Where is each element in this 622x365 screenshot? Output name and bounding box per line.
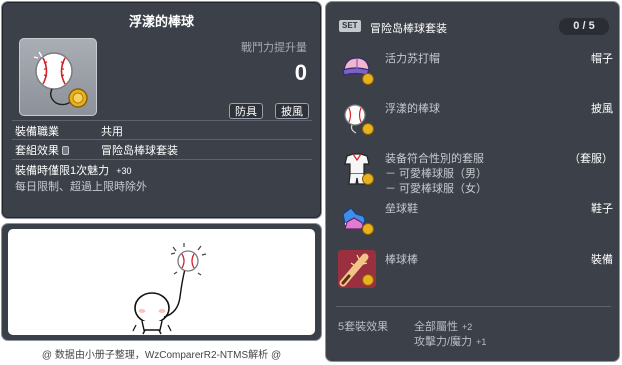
- character-avatar-icon: [132, 243, 207, 335]
- set-item-slot: 鞋子: [591, 203, 613, 215]
- equip-limit-amount: +30: [116, 166, 132, 176]
- set-effect-label-wrap: 套組效果: [15, 142, 101, 158]
- divider: [12, 139, 312, 140]
- set-item-slot: 帽子: [591, 53, 613, 65]
- item-tooltip: 浮漾的棒球 戰鬥力提升量 0 防具 披風 裝備職業 共用 套組效果 冒险岛棒球套装 …: [1, 1, 322, 219]
- character-preview: [8, 229, 315, 335]
- baseball-shoes-icon: [337, 198, 377, 238]
- equip-limit-row: 裝備時僅限1次魅力 +30: [15, 162, 131, 178]
- divider: [12, 159, 312, 160]
- divider: [336, 306, 611, 307]
- set-item-name: 装备符合性別的套服: [385, 153, 484, 165]
- set-item-name: 棒球棒: [385, 254, 418, 266]
- set-bonus-stat: 攻擊力/魔力: [414, 336, 473, 348]
- baseball-cap-icon: [337, 48, 377, 88]
- item-icon-frame: [19, 38, 97, 116]
- item-title: 浮漾的棒球: [128, 14, 194, 29]
- combat-power-value: 0: [294, 60, 307, 85]
- set-item[interactable]: 浮漾的棒球 披風: [337, 98, 613, 140]
- equip-limit-label: 裝備時僅限1次: [15, 165, 88, 177]
- set-item[interactable]: 装备符合性別的套服 （套服） － 可愛棒球服（男） － 可愛棒球服（女）: [337, 148, 613, 198]
- set-item-option: － 可愛棒球服（男）: [385, 168, 488, 180]
- set-bonus-label: 5套裝效果: [338, 321, 389, 333]
- category-tag-cape: 披風: [275, 103, 309, 119]
- set-item[interactable]: 垒球鞋 鞋子: [337, 198, 613, 240]
- set-badge: SET: [339, 20, 361, 32]
- baseball-uniform-icon: [337, 148, 377, 188]
- set-count: 0 / 5: [559, 18, 609, 35]
- job-value: 共用: [101, 126, 123, 138]
- set-item-slot: （套服）: [569, 153, 613, 165]
- baseball-cape-icon: [33, 51, 88, 108]
- set-effect-label: 套組效果: [15, 145, 59, 157]
- baseball-bat-icon: [337, 249, 377, 289]
- category-tag-armor: 防具: [229, 103, 263, 119]
- combat-power-label: 戰鬥力提升量: [241, 42, 307, 54]
- set-item-option: － 可愛棒球服（女）: [385, 183, 488, 195]
- set-effect-value: 冒险岛棒球套装: [101, 145, 178, 157]
- divider: [12, 120, 312, 121]
- set-bonus-stat: 全部屬性: [414, 321, 458, 333]
- set-bonus-line: 攻擊力/魔力 +1: [414, 333, 486, 349]
- lock-icon: [62, 146, 69, 155]
- set-bonus-amount: +2: [462, 322, 473, 332]
- set-item-name: 垒球鞋: [385, 203, 418, 215]
- job-row: 裝備職業 共用: [15, 123, 123, 139]
- set-item-slot: 披風: [591, 103, 613, 115]
- credit-footer: @ 数据由小册子整理，WzComparerR2-NTMS解析 @: [41, 350, 282, 361]
- set-name: 冒险岛棒球套装: [370, 23, 447, 35]
- set-bonus-line: 全部屬性 +2: [414, 318, 472, 334]
- baseball-cape-icon: [337, 98, 377, 138]
- character-preview-panel: [1, 223, 322, 341]
- set-panel: SET 冒险岛棒球套装 0 / 5 活力苏打帽 帽子 浮漾的棒球 披風 装备符合…: [325, 1, 620, 362]
- set-item-name: 浮漾的棒球: [385, 103, 440, 115]
- set-effect-row: 套組效果 冒险岛棒球套装: [15, 142, 178, 158]
- set-item[interactable]: 棒球棒 裝備: [337, 249, 613, 291]
- equip-limit-stat: 魅力: [87, 165, 110, 177]
- set-bonus-amount: +1: [476, 337, 487, 347]
- daily-limit-note: 每日限制、超過上限時除外: [15, 181, 147, 193]
- set-item-name: 活力苏打帽: [385, 53, 440, 65]
- set-item-slot: 裝備: [591, 254, 613, 266]
- job-label: 裝備職業: [15, 126, 59, 138]
- set-item[interactable]: 活力苏打帽 帽子: [337, 48, 613, 90]
